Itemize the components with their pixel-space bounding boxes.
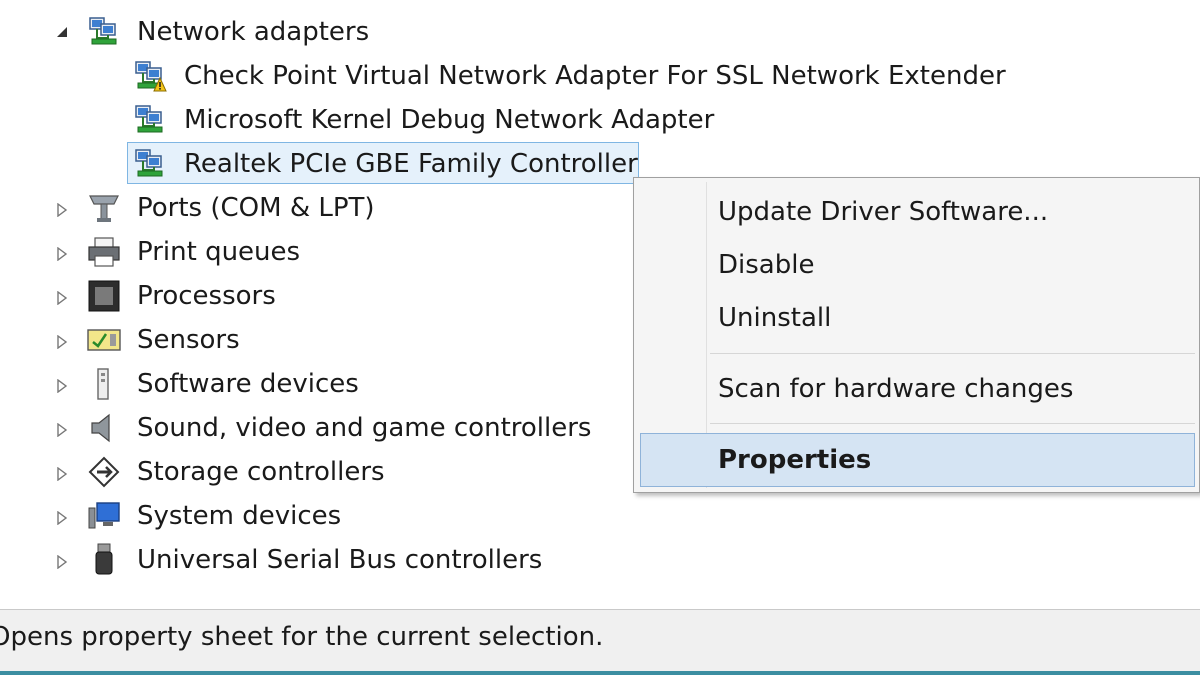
tree-item-usb-controllers[interactable]: Universal Serial Bus controllers <box>137 540 542 580</box>
tree-item-network-adapters[interactable]: Network adapters <box>137 12 369 52</box>
network-adapter-icon <box>89 17 117 45</box>
expand-arrow-icon[interactable] <box>52 332 72 352</box>
expand-arrow-icon[interactable] <box>52 508 72 528</box>
tree-item-print-queues[interactable]: Print queues <box>137 232 300 272</box>
menu-item-disable[interactable]: Disable <box>718 243 814 287</box>
status-bar: Opens property sheet for the current sel… <box>0 609 1200 671</box>
menu-separator <box>710 353 1195 354</box>
network-adapter-icon <box>135 105 163 133</box>
network-adapter-warning-icon <box>135 61 167 92</box>
system-device-icon <box>88 502 120 529</box>
expand-arrow-icon[interactable] <box>52 288 72 308</box>
usb-icon <box>95 543 113 575</box>
tree-item-sound-video-game[interactable]: Sound, video and game controllers <box>137 408 591 448</box>
expand-arrow-icon[interactable] <box>52 420 72 440</box>
tree-item-storage-controllers[interactable]: Storage controllers <box>137 452 385 492</box>
tree-item-realtek-controller[interactable]: Realtek PCIe GBE Family Controller <box>184 144 638 184</box>
expand-arrow-icon[interactable] <box>52 552 72 572</box>
tree-item-system-devices[interactable]: System devices <box>137 496 341 536</box>
status-text: Opens property sheet for the current sel… <box>0 622 604 652</box>
tree-item-sensors[interactable]: Sensors <box>137 320 240 360</box>
speaker-icon <box>91 413 110 443</box>
collapse-arrow-icon[interactable] <box>52 22 72 42</box>
tree-item-ports[interactable]: Ports (COM & LPT) <box>137 188 375 228</box>
expand-arrow-icon[interactable] <box>52 244 72 264</box>
expand-arrow-icon[interactable] <box>52 376 72 396</box>
processor-icon <box>88 280 120 312</box>
printer-icon <box>88 237 120 267</box>
ports-icon <box>89 195 119 222</box>
menu-item-scan-hardware[interactable]: Scan for hardware changes <box>718 367 1073 411</box>
menu-item-update-driver[interactable]: Update Driver Software... <box>718 190 1048 234</box>
menu-item-properties[interactable]: Properties <box>718 438 871 482</box>
sensor-icon <box>87 329 121 351</box>
software-device-icon <box>97 368 109 400</box>
menu-separator <box>710 423 1195 424</box>
tree-item-check-point-adapter[interactable]: Check Point Virtual Network Adapter For … <box>184 56 1006 96</box>
tree-item-microsoft-kernel-debug[interactable]: Microsoft Kernel Debug Network Adapter <box>184 100 714 140</box>
tree-item-processors[interactable]: Processors <box>137 276 276 316</box>
expand-arrow-icon[interactable] <box>52 464 72 484</box>
network-adapter-icon <box>135 149 163 177</box>
context-menu: Update Driver Software... Disable Uninst… <box>633 177 1200 493</box>
tree-item-software-devices[interactable]: Software devices <box>137 364 359 404</box>
storage-icon <box>88 456 120 488</box>
window-bottom-border <box>0 671 1200 675</box>
menu-item-uninstall[interactable]: Uninstall <box>718 296 831 340</box>
expand-arrow-icon[interactable] <box>52 200 72 220</box>
